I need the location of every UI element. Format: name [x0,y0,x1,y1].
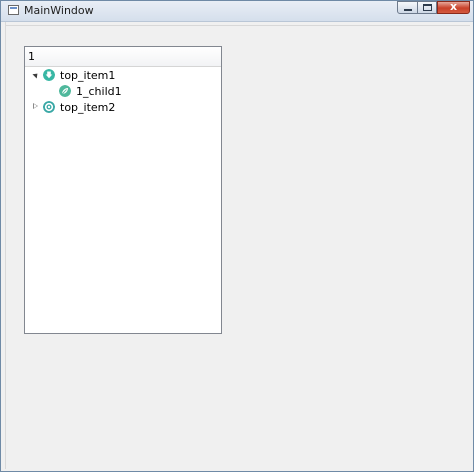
tree-header[interactable]: 1 [25,47,221,67]
download-circle-icon [43,69,55,81]
tree-item-label: top_item1 [60,69,116,82]
tree-item-top-item2[interactable]: top_item2 [25,99,221,115]
title-bar[interactable]: MainWindow x [1,0,473,22]
tree-header-label: 1 [28,50,35,63]
gear-circle-icon [43,101,55,113]
tree-item-1-child1[interactable]: 1_child1 [25,83,221,99]
tree-item-label: 1_child1 [76,85,122,98]
minimize-button[interactable] [397,1,418,14]
main-window: MainWindow x 1 top_item1 1_child1 top_it… [0,0,474,472]
close-button[interactable]: x [437,0,470,14]
minimize-icon [404,9,412,11]
tree-item-top-item1[interactable]: top_item1 [25,67,221,83]
client-left-border [5,22,6,469]
close-icon: x [449,0,458,13]
collapse-arrow-icon[interactable] [33,103,38,109]
tree-widget[interactable]: 1 top_item1 1_child1 top_item2 [24,46,222,334]
menubar-divider [6,25,470,26]
expand-arrow-icon[interactable] [32,71,40,79]
maximize-icon [423,4,432,11]
maximize-button[interactable] [417,1,437,14]
tree-item-label: top_item2 [60,101,116,114]
window-title: MainWindow [24,4,94,17]
leaf-circle-icon [59,85,71,97]
window-app-icon[interactable] [8,5,19,15]
